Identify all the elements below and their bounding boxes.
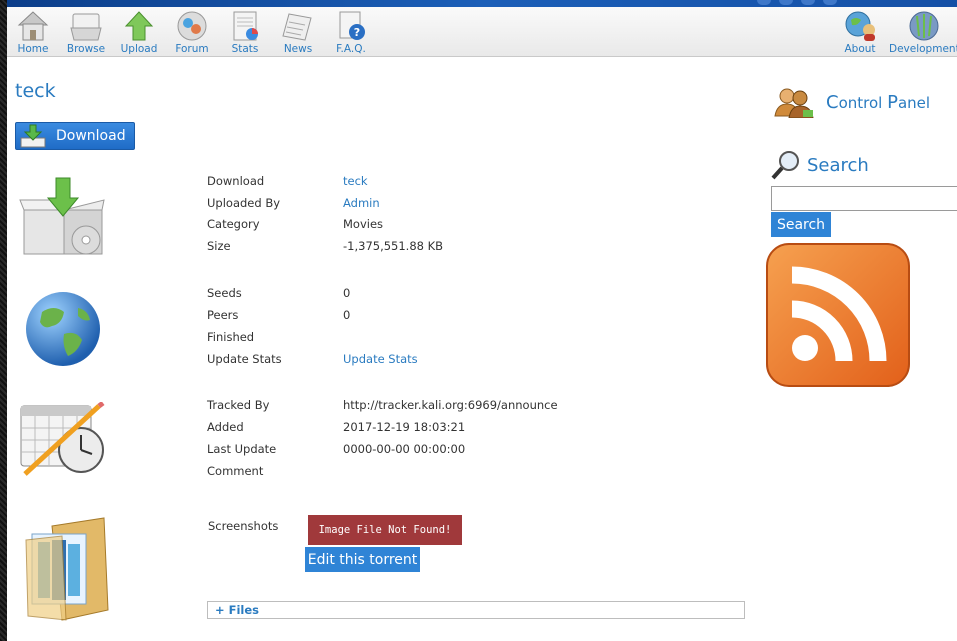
home-icon [17,11,49,41]
search-input[interactable] [771,186,957,211]
browse-icon [70,13,102,41]
image-not-found-placeholder: Image File Not Found! [308,515,462,545]
upload-icon [124,11,154,41]
calendar-clock-icon [20,402,105,476]
nav-browse[interactable]: Browse [60,10,112,55]
main-nav: Home Browse Upload Forum Stats News ? F.… [7,7,957,57]
nav-about[interactable]: About [834,10,886,55]
folder-pictures-icon [25,517,109,621]
download-name-link[interactable]: teck [343,174,368,188]
nav-upload[interactable]: Upload [113,10,165,55]
about-icon [845,11,875,41]
files-toggle[interactable]: + Files [207,601,745,619]
nav-news[interactable]: News [272,10,324,55]
left-edge-decoration [0,0,7,641]
control-panel-link[interactable]: Control Panel [771,86,930,118]
nav-faq[interactable]: ? F.A.Q. [325,10,377,55]
update-stats-link[interactable]: Update Stats [343,352,418,366]
news-icon [282,13,312,41]
screenshots-label: Screenshots [208,519,279,533]
package-download-icon [19,177,105,255]
nav-stats[interactable]: Stats [219,10,271,55]
search-button[interactable]: Search [771,212,831,237]
faq-icon: ? [339,11,365,40]
torrent-title: teck [15,80,56,102]
search-heading: Search [771,150,869,180]
download-button[interactable]: Download [15,122,135,150]
development-icon [909,11,939,41]
rss-feed-icon[interactable] [766,243,910,387]
users-icon [774,88,814,118]
svg-text:?: ? [354,26,360,39]
magnifier-icon [771,151,799,180]
nav-home[interactable]: Home [7,10,59,55]
top-banner [7,0,957,7]
nav-forum[interactable]: Forum [166,10,218,55]
edit-torrent-button[interactable]: Edit this torrent [305,547,420,572]
download-icon [20,124,46,148]
forum-icon [177,11,207,41]
stats-icon [233,11,258,41]
globe-icon [26,292,100,366]
uploader-link[interactable]: Admin [343,196,380,210]
nav-development[interactable]: Development [889,10,957,55]
